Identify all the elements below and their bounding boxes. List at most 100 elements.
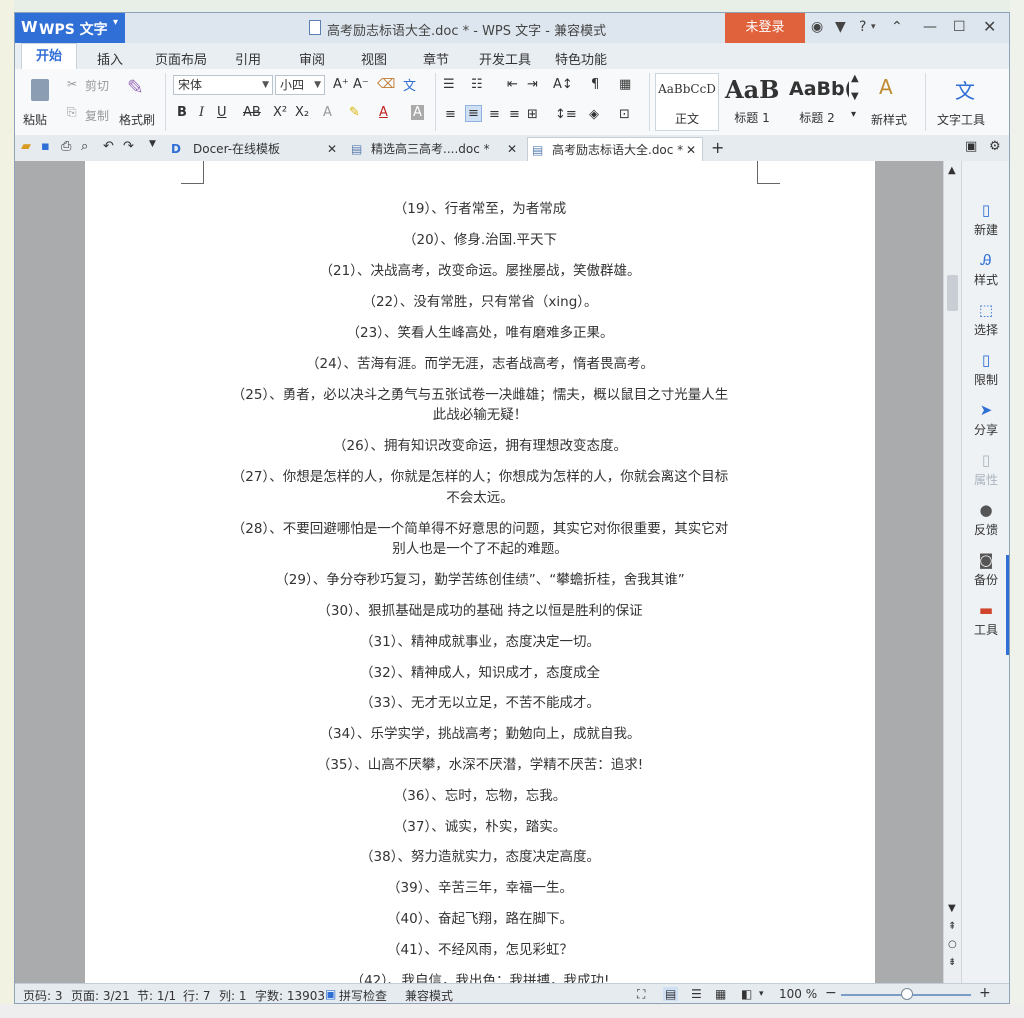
underline-icon[interactable]: U (217, 105, 227, 120)
tab-page-layout[interactable]: 页面布局 (155, 49, 207, 68)
save-icon[interactable]: ▪ (41, 139, 50, 154)
status-row[interactable]: 行: 7 (183, 987, 211, 1003)
side-panel-backup[interactable]: ◙ 备份 (962, 551, 1009, 588)
spell-check-button[interactable]: 拼写检查 (339, 987, 387, 1003)
increase-indent-icon[interactable]: ⇥ (527, 77, 538, 92)
status-word-count[interactable]: 字数: 13903 (255, 987, 325, 1003)
side-panel-new-doc[interactable]: ▯ 新建 (962, 201, 1009, 238)
tab-special-features[interactable]: 特色功能 (555, 49, 607, 68)
vertical-scrollbar[interactable]: ▲ ▼ ⇞ ○ ⇟ (943, 161, 962, 983)
scroll-up-icon[interactable]: ▲ (948, 165, 956, 176)
show-marks-icon[interactable]: ¶ (591, 77, 599, 92)
close-icon[interactable]: ✕ (686, 138, 696, 162)
style-scroll-up-icon[interactable]: ▲ (851, 73, 859, 84)
undo-icon[interactable]: ↶ (103, 139, 114, 154)
redo-icon[interactable]: ↷ (123, 139, 134, 154)
next-page-icon[interactable]: ⇟ (948, 957, 956, 968)
borders-icon[interactable]: ⊡ (619, 107, 630, 122)
align-right-icon[interactable]: ≡ (489, 107, 500, 122)
clear-format-icon[interactable]: ⌫ (377, 77, 395, 92)
outline-view-icon[interactable]: ☰ (691, 987, 702, 1001)
scroll-down-icon[interactable]: ▼ (948, 903, 956, 914)
side-panel-properties[interactable]: ▯ 属性 (962, 451, 1009, 488)
print-icon[interactable]: ⎙ (61, 139, 71, 154)
help-button[interactable]: ? (859, 19, 866, 35)
side-panel-feedback[interactable]: ● 反馈 (962, 501, 1009, 538)
web-view-icon[interactable]: ▦ (715, 987, 726, 1001)
close-icon[interactable]: ✕ (327, 137, 337, 161)
italic-icon[interactable]: I (199, 105, 204, 120)
bullet-list-icon[interactable]: ☰ (443, 77, 455, 92)
decrease-indent-icon[interactable]: ⇤ (507, 77, 518, 92)
status-section[interactable]: 节: 1/1 (137, 987, 176, 1003)
page-view-icon[interactable]: ▤ (663, 987, 679, 1001)
new-tab-icon[interactable]: + (711, 138, 724, 157)
status-page-code[interactable]: 页码: 3 (23, 987, 63, 1003)
login-button[interactable]: 未登录 (725, 13, 805, 43)
zoom-level[interactable]: 100 % (779, 987, 817, 1001)
char-shading-icon[interactable]: A (411, 105, 424, 120)
fullscreen-view-icon[interactable]: ⛶ (637, 987, 645, 1002)
skin-icon[interactable]: ◉ (811, 19, 823, 35)
shirt-icon[interactable]: ▼ (835, 19, 846, 35)
tab-developer[interactable]: 开发工具 (479, 49, 531, 68)
highlight-icon[interactable]: ✎ (349, 105, 360, 120)
scroll-thumb[interactable] (947, 275, 958, 311)
copy-button[interactable]: 复制 (85, 107, 109, 124)
print-preview-icon[interactable]: ⌕ (81, 139, 88, 154)
side-panel-restrict[interactable]: ▯ 限制 (962, 351, 1009, 388)
app-menu-button[interactable]: W WPS 文字 ▾ (15, 13, 125, 43)
tab-settings-icon[interactable]: ⚙ (989, 139, 1001, 154)
style-scroll-down-icon[interactable]: ▼ (851, 91, 859, 102)
reading-mode-icon[interactable]: ◧ (741, 987, 752, 1001)
chevron-down-icon[interactable]: ▾ (759, 989, 764, 999)
side-panel-toolbox[interactable]: ▬ 工具 (962, 601, 1009, 638)
maximize-icon[interactable]: ☐ (953, 19, 966, 35)
doc-tab-current[interactable]: ▤ 高考励志标语大全.doc * ✕ (527, 137, 703, 161)
font-size-select[interactable]: 小四 ▼ (275, 75, 325, 95)
line-spacing-icon[interactable]: ↕≡ (555, 107, 577, 122)
bold-icon[interactable]: B (177, 105, 187, 120)
tab-references[interactable]: 引用 (235, 49, 261, 68)
minimize-icon[interactable]: — (923, 19, 937, 35)
zoom-in-icon[interactable]: + (979, 985, 991, 1001)
quick-access-more-icon[interactable]: ▼ (149, 139, 156, 149)
open-folder-icon[interactable]: ▰ (21, 139, 31, 154)
text-effect-icon[interactable]: A (323, 105, 332, 120)
align-left-icon[interactable]: ≡ (445, 107, 456, 122)
tab-chapter[interactable]: 章节 (423, 49, 449, 68)
new-style-button[interactable]: 新样式 (871, 111, 907, 128)
tab-home[interactable]: 开始 (21, 43, 77, 70)
font-name-select[interactable]: 宋体 ▼ (173, 75, 273, 95)
side-panel-style[interactable]: Ꭿ 样式 (962, 251, 1009, 288)
paint-bucket-icon[interactable]: ◈ (589, 107, 599, 122)
paste-button[interactable] (27, 75, 59, 103)
cut-button[interactable]: 剪切 (85, 77, 109, 94)
paste-label[interactable]: 粘贴 (23, 111, 47, 128)
align-center-icon[interactable]: ≡ (465, 105, 482, 122)
table-icon[interactable]: ▦ (619, 77, 631, 92)
tab-review[interactable]: 审阅 (299, 49, 325, 68)
format-painter-button[interactable]: 格式刷 (119, 111, 155, 128)
grow-font-icon[interactable]: A⁺ (333, 77, 349, 92)
strikethrough-icon[interactable]: AB (243, 105, 261, 120)
phonetic-guide-icon[interactable]: 文 (403, 75, 416, 94)
collapse-ribbon-icon[interactable]: ⌃ (891, 19, 903, 35)
document-page[interactable]: （19）、行者常至，为者常成 （20）、修身.治国.平天下 （21）、决战高考，改变… (85, 161, 875, 989)
text-tools-button[interactable]: 文字工具 (937, 111, 985, 128)
tab-list-icon[interactable]: ▣ (965, 139, 977, 154)
style-heading-2[interactable]: AaBb( 标题 2 (785, 73, 849, 131)
close-icon[interactable]: ✕ (983, 17, 996, 36)
text-sort-icon[interactable]: A↕ (553, 77, 573, 92)
chevron-down-icon[interactable]: ▾ (871, 22, 876, 32)
close-icon[interactable]: ✕ (507, 137, 517, 161)
status-page[interactable]: 页面: 3/21 (71, 987, 130, 1003)
justify-icon[interactable]: ≡ (509, 107, 520, 122)
shrink-font-icon[interactable]: A⁻ (353, 77, 369, 92)
side-panel-share[interactable]: ➤ 分享 (962, 401, 1009, 438)
zoom-slider-thumb[interactable] (901, 988, 913, 1000)
font-color-icon[interactable]: A (379, 105, 388, 120)
superscript-icon[interactable]: X² (273, 105, 287, 120)
subscript-icon[interactable]: X₂ (295, 105, 309, 120)
doc-tab-docer[interactable]: D Docer-在线模板 ✕ (167, 137, 343, 161)
